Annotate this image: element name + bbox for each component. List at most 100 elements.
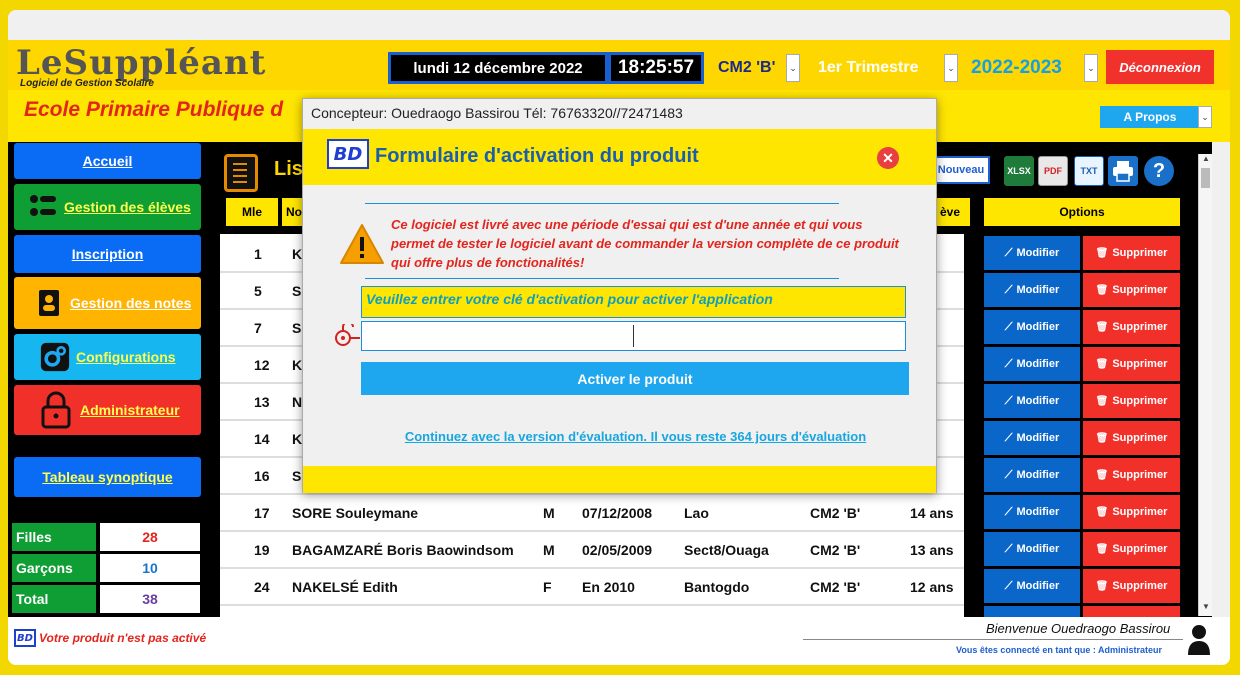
delete-label: Supprimer [1112,432,1168,444]
modify-button[interactable]: ⟋ Modifier [984,384,1080,418]
sidebar-item-configurations[interactable]: Configurations [14,334,201,380]
txt-icon[interactable]: TXT [1074,156,1104,186]
cell-place: Bantogdo [684,579,750,595]
pencil-icon: ⟋ [1004,357,1013,370]
about-button[interactable]: A Propos [1100,106,1200,128]
printer-icon[interactable] [1108,156,1138,186]
delete-label: Supprimer [1112,247,1168,259]
continue-evaluation-link[interactable]: Continuez avec la version d'évaluation. … [303,429,968,444]
cell-mle: 12 [254,357,270,373]
scroll-up-icon[interactable]: ▲ [1199,154,1213,168]
logout-button[interactable]: Déconnexion [1106,50,1214,84]
date-display: lundi 12 décembre 2022 [388,52,608,84]
delete-label: Supprimer [1112,358,1168,370]
sidebar-item-label: Accueil [82,153,133,169]
connected-as-text: Vous êtes connecté en tant que : Adminis… [956,645,1163,655]
class-dropdown-icon[interactable]: ⌄ [786,54,800,82]
table-scrollbar[interactable]: ▲ ▼ [1198,154,1212,616]
stat-value: 10 [100,554,200,582]
close-icon[interactable]: ✕ [877,147,899,169]
text-cursor [633,325,634,347]
delete-label: Supprimer [1112,284,1168,296]
pdf-icon[interactable]: PDF [1038,156,1068,186]
delete-label: Supprimer [1112,543,1168,555]
pencil-icon: ⟋ [1004,394,1013,407]
table-row[interactable]: 17 SORE Souleymane M 07/12/2008 Lao CM2 'B' 14… [220,495,964,532]
sidebar-item-accueil[interactable]: Accueil [14,143,201,179]
sidebar: Accueil Gestion des élèves Inscription G… [8,142,210,617]
about-dropdown-icon[interactable]: ⌄ [1198,106,1212,128]
table-row[interactable]: 28SOUILI CécileFEn 2012BantogdoCM2 'B'10… [220,606,964,617]
help-icon[interactable]: ? [1144,156,1174,186]
gears-icon [40,342,70,372]
modify-button[interactable]: ⟋ Modifier [984,421,1080,455]
delete-button[interactable]: 🗑Supprimer [1083,421,1180,455]
delete-button[interactable]: 🗑Supprimer [1083,236,1180,270]
sidebar-item-tableau-synoptique[interactable]: Tableau synoptique [14,457,201,497]
sidebar-item-label: Configurations [76,349,176,365]
table-row[interactable]: 19 BAGAMZARÉ Boris Baowindsom M 02/05/2009 S… [220,532,964,569]
modify-button[interactable]: ⟋ Modifier [984,458,1080,492]
year-dropdown-icon[interactable]: ⌄ [1084,54,1098,82]
modify-label: Modifier [1016,432,1060,444]
cell-name: SORE Souleymane [292,505,419,521]
activation-dialog: Concepteur: Ouedraogo Bassirou Tél: 7676… [302,98,937,493]
year-select[interactable]: 2022-2023 [971,54,1062,82]
modify-button[interactable]: ⟋ Modifier [984,310,1080,344]
modify-label: Modifier [1016,506,1060,518]
delete-button[interactable]: 🗑Supprimer [1083,569,1180,603]
pencil-icon: ⟋ [1004,431,1013,444]
pencil-icon: ⟋ [1004,542,1013,555]
term-dropdown-icon[interactable]: ⌄ [944,54,958,82]
delete-button[interactable]: 🗑Supprimer [1083,273,1180,307]
stat-value: 28 [100,523,200,551]
table-row[interactable]: 24 NAKELSÉ Edith F En 2010 Bantogdo CM2 'B' 12… [220,569,964,606]
modify-button[interactable]: ⟋ Modifier [984,569,1080,603]
trash-icon: 🗑 [1095,432,1109,444]
delete-button[interactable]: 🗑Supprimer [1083,532,1180,566]
sidebar-item-gestion-notes[interactable]: Gestion des notes [14,277,201,329]
cell-class: CM2 'B' [810,542,861,558]
trash-icon: 🗑 [1095,321,1109,333]
modify-label: Modifier [1016,580,1060,592]
scroll-down-icon[interactable]: ▼ [1199,602,1213,616]
sidebar-item-administrateur[interactable]: Administrateur [14,385,201,435]
delete-button[interactable]: 🗑Supprimer [1083,495,1180,529]
class-select[interactable]: CM2 'B' [718,54,775,82]
delete-button[interactable]: 🗑Supprimer [1083,606,1180,617]
term-select[interactable]: 1er Trimestre [818,54,919,82]
delete-button[interactable]: 🗑Supprimer [1083,458,1180,492]
trial-warning-text: Ce logiciel est livré avec une période d… [391,217,899,270]
modify-label: Modifier [1016,284,1060,296]
activate-product-button[interactable]: Activer le produit [361,362,909,395]
delete-button[interactable]: 🗑Supprimer [1083,310,1180,344]
stat-value: 38 [100,585,200,613]
modify-button[interactable]: ⟋ Modifier [984,606,1080,617]
xlsx-icon[interactable]: XLSX [1004,156,1034,186]
scroll-thumb[interactable] [1201,168,1210,188]
cell-birth: 07/12/2008 [582,505,653,521]
pencil-icon: ⟋ [1004,320,1013,333]
sidebar-item-gestion-eleves[interactable]: Gestion des élèves [14,184,201,230]
modify-button[interactable]: ⟋ Modifier [984,495,1080,529]
modify-button[interactable]: ⟋ Modifier [984,236,1080,270]
column-header-mle[interactable]: Mle [226,198,278,226]
sidebar-item-inscription[interactable]: Inscription [14,235,201,273]
sidebar-item-label: Gestion des élèves [64,199,191,215]
sidebar-item-label: Administrateur [80,402,180,418]
stat-label: Total [12,585,96,613]
modify-button[interactable]: ⟋ Modifier [984,532,1080,566]
modify-button[interactable]: ⟋ Modifier [984,273,1080,307]
cell-mle: 16 [254,468,270,484]
window-titlebar [8,10,1230,40]
new-student-button[interactable]: Nouveau [932,156,990,184]
modify-label: Modifier [1016,395,1060,407]
delete-button[interactable]: 🗑Supprimer [1083,347,1180,381]
cell-class: CM2 'B' [810,505,861,521]
delete-button[interactable]: 🗑Supprimer [1083,384,1180,418]
cell-name: NAKELSÉ Edith [292,579,398,595]
welcome-text: Bienvenue Ouedraogo Bassirou [986,621,1171,636]
cell-birth: 02/05/2009 [582,542,653,558]
modify-button[interactable]: ⟋ Modifier [984,347,1080,381]
cell-name: BAGAMZARÉ Boris Baowindsom [292,542,514,558]
